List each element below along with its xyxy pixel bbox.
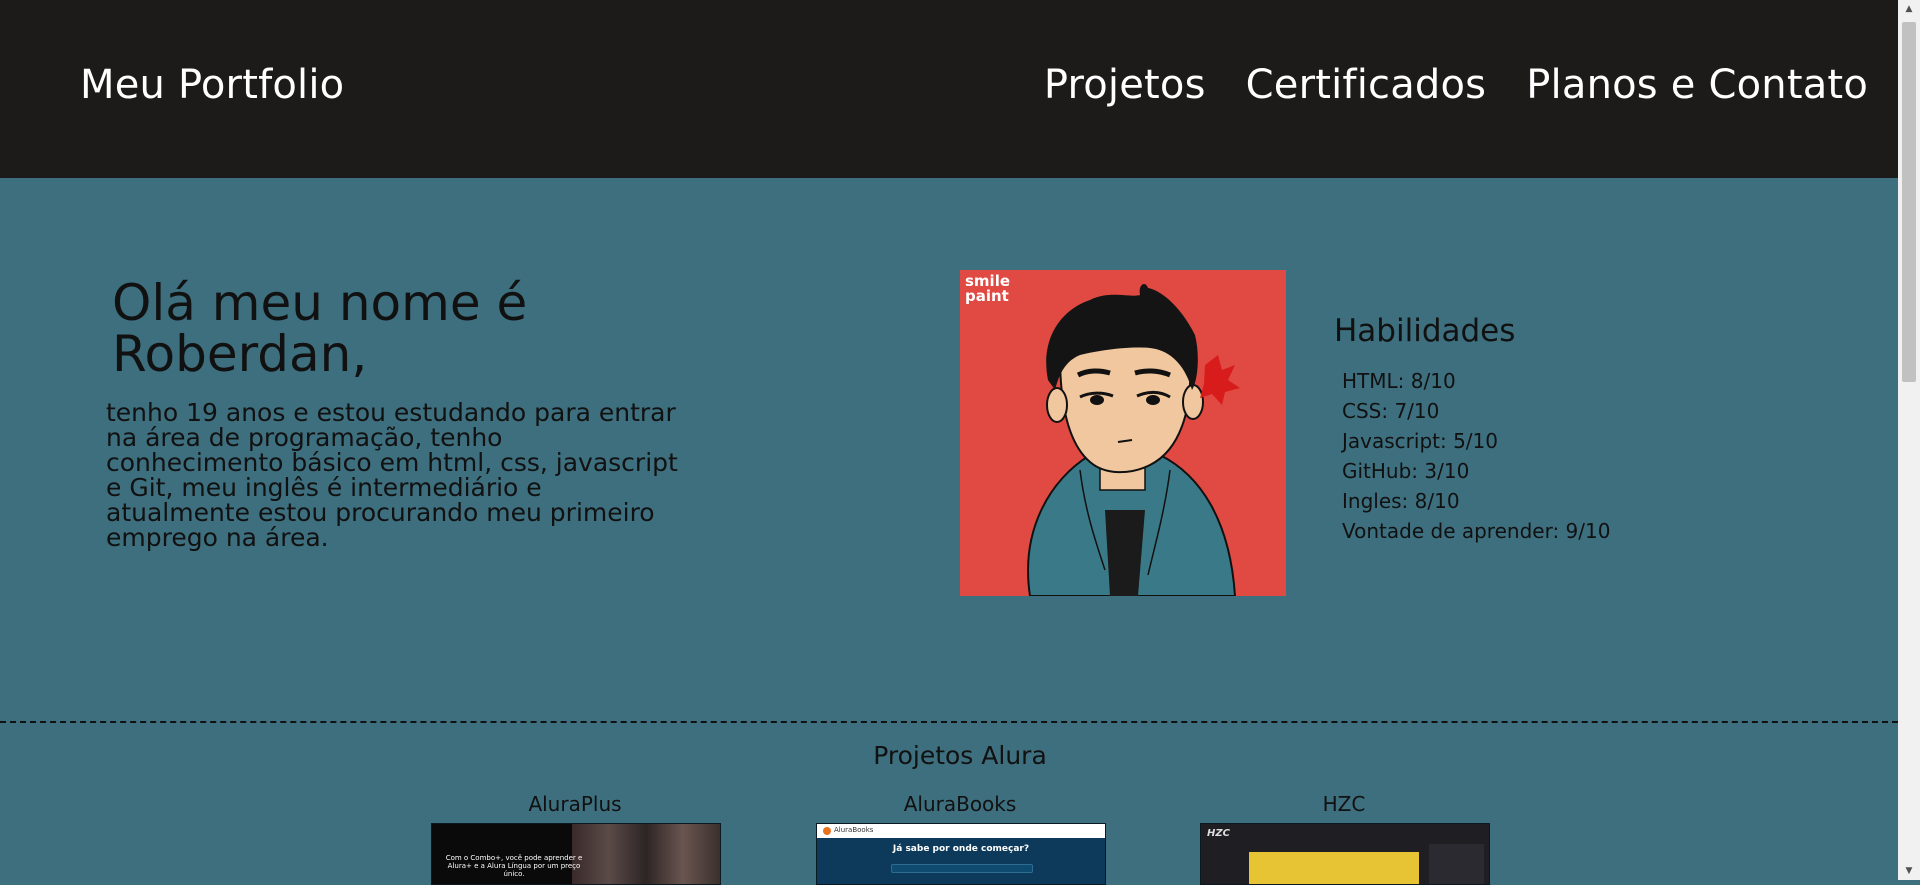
nav-link-projetos[interactable]: Projetos xyxy=(1044,62,1206,108)
brand-link[interactable]: Meu Portfolio xyxy=(80,62,344,108)
main-nav: Projetos Certificados Planos e Contato xyxy=(1044,62,1868,108)
skills-list: HTML: 8/10 CSS: 7/10 Javascript: 5/10 Gi… xyxy=(1342,366,1610,546)
project-card-aluraplus[interactable]: AluraPlus Com o Combo+, você pode aprend… xyxy=(431,792,721,885)
alurabooks-logo-icon xyxy=(823,827,831,835)
project-name: HZC xyxy=(1322,792,1366,816)
section-divider xyxy=(0,721,1898,723)
thumbnail-caption: HZC xyxy=(1207,828,1230,839)
scrollbar-thumb[interactable] xyxy=(1902,22,1916,382)
skill-item: GitHub: 3/10 xyxy=(1342,459,1470,483)
top-navbar: Meu Portfolio Projetos Certificados Plan… xyxy=(0,0,1898,178)
thumbnail-caption: Já sabe por onde começar? xyxy=(892,844,1030,854)
skill-item: HTML: 8/10 xyxy=(1342,369,1456,393)
skill-item: Ingles: 8/10 xyxy=(1342,489,1460,513)
thumbnail-brand: AluraBooks xyxy=(834,826,874,834)
avatar-illustration: smile paint xyxy=(960,270,1286,596)
project-name: AluraPlus xyxy=(528,792,622,816)
project-card-hzc[interactable]: HZC HZC xyxy=(1200,792,1490,885)
project-card-alurabooks[interactable]: AluraBooks AluraBooks Já sabe por onde c… xyxy=(816,792,1106,885)
nav-link-planos-contato[interactable]: Planos e Contato xyxy=(1526,62,1868,108)
scroll-down-arrow-icon[interactable]: ▼ xyxy=(1898,862,1920,880)
projects-title: Projetos Alura xyxy=(873,741,1047,770)
skill-item: Javascript: 5/10 xyxy=(1342,429,1498,453)
hero-description: tenho 19 anos e estou estudando para ent… xyxy=(106,398,678,552)
project-thumbnail[interactable]: HZC xyxy=(1200,823,1490,885)
page: Meu Portfolio Projetos Certificados Plan… xyxy=(0,0,1898,885)
nav-link-certificados[interactable]: Certificados xyxy=(1246,62,1487,108)
hero-title: Olá meu nome é Roberdan, xyxy=(112,274,528,383)
vertical-scrollbar[interactable]: ▲ ▼ xyxy=(1898,0,1920,880)
avatar-badge-line2: paint xyxy=(965,287,1009,305)
thumbnail-caption: Com o Combo+, você pode aprender e Alura… xyxy=(445,854,583,878)
skill-item: Vontade de aprender: 9/10 xyxy=(1342,519,1611,543)
project-thumbnail[interactable]: AluraBooks Já sabe por onde começar? xyxy=(816,823,1106,885)
skills-title: Habilidades xyxy=(1334,313,1516,349)
scroll-up-arrow-icon[interactable]: ▲ xyxy=(1898,0,1920,18)
project-name: AluraBooks xyxy=(903,792,1017,816)
project-thumbnail[interactable]: Com o Combo+, você pode aprender e Alura… xyxy=(431,823,721,885)
skill-item: CSS: 7/10 xyxy=(1342,399,1440,423)
